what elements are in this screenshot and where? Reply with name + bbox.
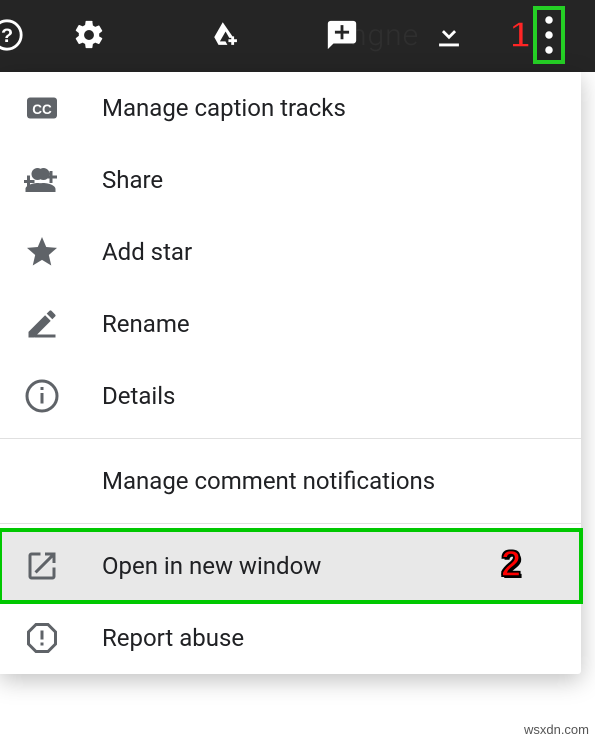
add-comment-icon[interactable]	[325, 18, 359, 52]
menu-caption-tracks[interactable]: CC Manage caption tracks	[0, 72, 581, 144]
person-add-icon	[24, 162, 74, 198]
menu-label: Manage comment notifications	[102, 467, 435, 495]
menu-label: Manage caption tracks	[102, 94, 346, 122]
menu-label: Share	[102, 166, 163, 194]
svg-text:?: ?	[1, 25, 13, 47]
info-icon	[24, 378, 74, 414]
more-menu-dropdown: CC Manage caption tracks Share Add star …	[0, 72, 581, 674]
annotation-2: 2	[501, 543, 521, 585]
menu-label: Add star	[102, 238, 192, 266]
menu-rename[interactable]: Rename	[0, 288, 581, 360]
star-icon	[24, 234, 74, 270]
menu-label: Rename	[102, 310, 190, 338]
menu-separator	[0, 523, 581, 524]
download-icon[interactable]	[432, 18, 466, 52]
background-title: ngne	[350, 18, 419, 53]
gear-icon[interactable]	[72, 18, 106, 52]
cc-icon: CC	[24, 90, 74, 126]
help-icon[interactable]: ?	[0, 18, 24, 52]
annotation-1: 1	[510, 14, 530, 56]
menu-details[interactable]: Details	[0, 360, 581, 432]
menu-label: Open in new window	[102, 552, 321, 580]
menu-label: Details	[102, 382, 175, 410]
menu-share[interactable]: Share	[0, 144, 581, 216]
menu-separator	[0, 438, 581, 439]
open-new-window-icon	[24, 548, 74, 584]
menu-add-star[interactable]: Add star	[0, 216, 581, 288]
svg-text:CC: CC	[32, 102, 52, 117]
menu-open-new-window[interactable]: Open in new window 2	[0, 530, 581, 602]
drive-add-icon[interactable]	[210, 18, 244, 52]
watermark: wsxdn.com	[524, 722, 589, 737]
menu-report-abuse[interactable]: Report abuse	[0, 602, 581, 674]
report-icon	[24, 620, 74, 656]
menu-label: Report abuse	[102, 624, 244, 652]
pencil-icon	[24, 306, 74, 342]
menu-comment-notifications[interactable]: Manage comment notifications	[0, 445, 581, 517]
viewer-toolbar: ngne ? 1	[0, 0, 595, 72]
more-menu-button[interactable]	[533, 6, 565, 64]
